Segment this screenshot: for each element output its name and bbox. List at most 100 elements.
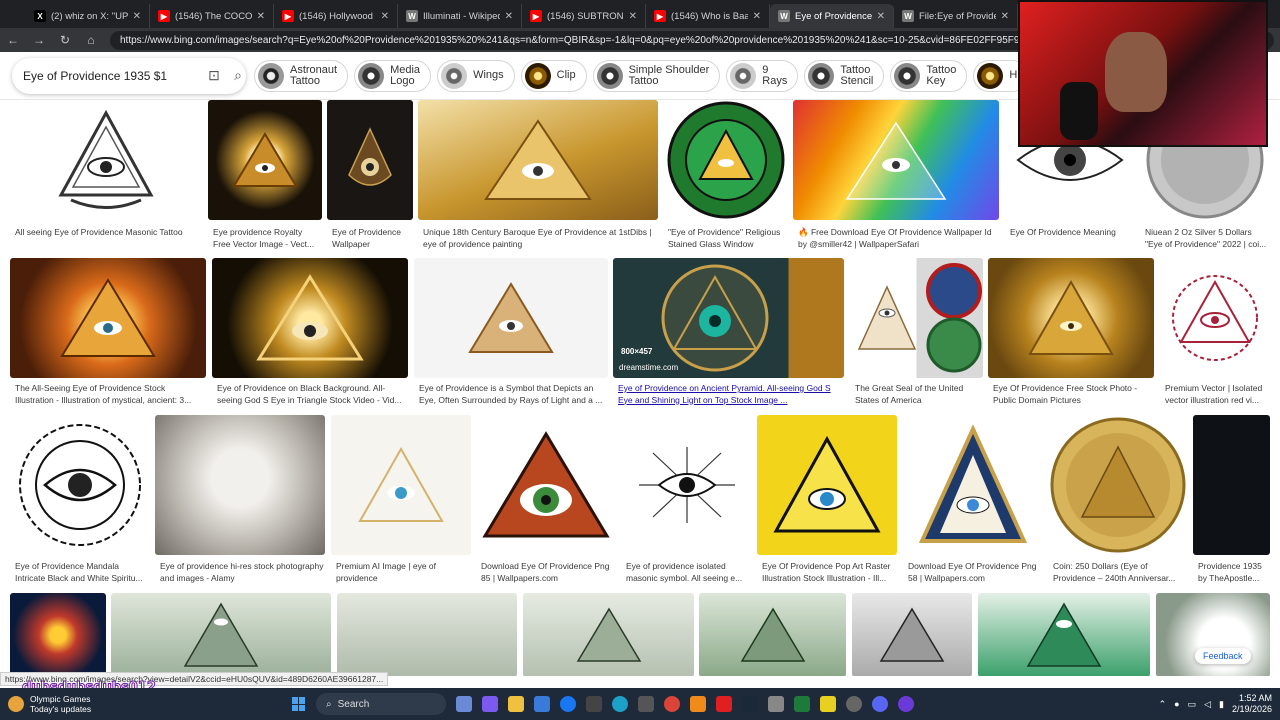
- chip-wings[interactable]: Wings: [437, 59, 515, 92]
- microphone-icon[interactable]: ●: [1174, 699, 1179, 709]
- tab-5[interactable]: ▶ (1546) Who is Baal - Ho ✕: [646, 4, 770, 28]
- edge-icon[interactable]: [612, 696, 628, 712]
- file-explorer-icon[interactable]: [508, 696, 524, 712]
- image-result[interactable]: Premium Vector | Isolated vector illustr…: [1160, 258, 1270, 408]
- amazon-icon[interactable]: [586, 696, 602, 712]
- image-result[interactable]: Providence 1935 by TheApostle...: [1193, 415, 1270, 585]
- chip-9-rays[interactable]: 9 Rays: [726, 59, 799, 92]
- close-icon[interactable]: ✕: [257, 11, 265, 22]
- close-icon[interactable]: ✕: [877, 11, 885, 22]
- copilot-icon[interactable]: [482, 696, 498, 712]
- task-view-icon[interactable]: [456, 696, 472, 712]
- tab-2[interactable]: ▶ (1546) Hollywood and t ✕: [274, 4, 398, 28]
- chip-tattoo-stencil[interactable]: Tattoo Stencil: [804, 59, 885, 92]
- forward-icon[interactable]: →: [32, 33, 46, 47]
- close-icon[interactable]: ✕: [505, 11, 513, 22]
- result-caption: Eye of Providence on Ancient Pyramid. Al…: [618, 383, 831, 405]
- settings-icon[interactable]: [768, 696, 784, 712]
- network-icon[interactable]: ▭: [1188, 699, 1197, 710]
- tab-3[interactable]: W Illuminati - Wikipedia ✕: [398, 4, 522, 28]
- home-icon[interactable]: ⌂: [84, 33, 98, 47]
- windows-start-icon[interactable]: [292, 697, 306, 711]
- news-subtitle: Today's updates: [30, 704, 92, 714]
- image-result[interactable]: Eye providence Royalty Free Vector Image…: [208, 100, 322, 250]
- app-icon[interactable]: [898, 696, 914, 712]
- result-caption: Eye providence Royalty Free Vector Image…: [213, 227, 315, 249]
- chip-label: Tattoo: [628, 74, 659, 87]
- calculator-icon[interactable]: [638, 696, 654, 712]
- image-result[interactable]: [10, 593, 106, 676]
- image-result[interactable]: Eye of Providence Wallpaper: [327, 100, 413, 250]
- tab-label: (1546) The COCOA PUF: [175, 10, 252, 22]
- image-result[interactable]: [699, 593, 846, 676]
- search-input[interactable]: Eye of Providence 1935 $1: [23, 69, 198, 83]
- image-result[interactable]: Download Eye Of Providence Png 58 | Wall…: [903, 415, 1043, 585]
- feedback-button[interactable]: Feedback: [1195, 648, 1251, 664]
- discord-icon[interactable]: [872, 696, 888, 712]
- sticky-notes-icon[interactable]: [820, 696, 836, 712]
- image-result[interactable]: [523, 593, 694, 676]
- chrome-icon[interactable]: [664, 696, 680, 712]
- close-icon[interactable]: ✕: [133, 11, 141, 22]
- image-result[interactable]: Eye Of Providence Free Stock Photo - Pub…: [988, 258, 1154, 408]
- search-box[interactable]: Eye of Providence 1935 $1 ⊡ ⌕: [12, 58, 246, 94]
- image-result[interactable]: Eye of Providence is a Symbol that Depic…: [414, 258, 608, 408]
- youtube-icon[interactable]: [716, 696, 732, 712]
- result-caption: 🔥 Free Download Eye Of Providence Wallpa…: [798, 227, 992, 249]
- image-result[interactable]: Eye of Providence Mandala Intricate Blac…: [10, 415, 150, 585]
- tab-7[interactable]: W File:Eye of Providence S ✕: [894, 4, 1018, 28]
- chip-clip[interactable]: Clip: [520, 59, 587, 92]
- image-result[interactable]: The All-Seeing Eye of Providence Stock I…: [10, 258, 206, 408]
- image-result[interactable]: 800×457 dreamstime.com Eye of Providence…: [613, 258, 844, 408]
- eye-pyramid-icon: [845, 121, 947, 200]
- system-tray: ⌃ ● ▭ ◁ ▮ 1:52 AM 2/19/2026: [1159, 693, 1280, 715]
- image-result[interactable]: Coin: 250 Dollars (Eye of Providence – 2…: [1048, 415, 1188, 585]
- image-result[interactable]: "Eye of Providence" Religious Stained Gl…: [663, 100, 788, 250]
- chip-astronaut-tattoo[interactable]: Astronaut Tattoo: [254, 59, 349, 92]
- image-result[interactable]: Eye of providence hi-res stock photograp…: [155, 415, 325, 585]
- steam-icon[interactable]: [742, 696, 758, 712]
- image-result[interactable]: 🔥 Free Download Eye Of Providence Wallpa…: [793, 100, 999, 250]
- close-icon[interactable]: ✕: [381, 11, 389, 22]
- image-result[interactable]: [337, 593, 517, 676]
- facebook-icon[interactable]: [560, 696, 576, 712]
- store-icon[interactable]: [534, 696, 550, 712]
- result-image: [699, 593, 846, 676]
- image-result[interactable]: Eye of providence isolated masonic symbo…: [621, 415, 752, 585]
- image-result[interactable]: Download Eye Of Providence Png 85 | Wall…: [476, 415, 616, 585]
- chip-media-logo[interactable]: Media Logo: [354, 59, 432, 92]
- obs-icon[interactable]: [846, 696, 862, 712]
- tab-0[interactable]: X (2) whiz on X: "UPDATE ✕: [26, 4, 150, 28]
- image-result[interactable]: [111, 593, 331, 676]
- chip-thumbnail: [441, 62, 468, 89]
- chip-simple-shoulder-tattoo[interactable]: Simple Shoulder Tattoo: [592, 59, 721, 92]
- xbox-icon[interactable]: [794, 696, 810, 712]
- image-result[interactable]: Eye Of Providence Pop Art Raster Illustr…: [757, 415, 897, 585]
- reload-icon[interactable]: ↻: [58, 33, 72, 47]
- image-result[interactable]: [978, 593, 1150, 676]
- image-result[interactable]: Eye of Providence on Black Background. A…: [212, 258, 408, 408]
- vlc-icon[interactable]: [690, 696, 706, 712]
- close-icon[interactable]: ✕: [1001, 11, 1009, 22]
- chip-tattoo-key[interactable]: Tattoo Key: [890, 59, 968, 92]
- image-result[interactable]: The Great Seal of the United States of A…: [850, 258, 983, 408]
- close-icon[interactable]: ✕: [753, 11, 761, 22]
- tab-4[interactable]: ▶ (1546) SUBTRONICS LIV ✕: [522, 4, 646, 28]
- battery-icon[interactable]: ▮: [1219, 699, 1224, 710]
- news-widget[interactable]: Olympic Games Today's updates: [0, 694, 280, 714]
- image-result[interactable]: [852, 593, 972, 676]
- close-icon[interactable]: ✕: [629, 11, 637, 22]
- image-result[interactable]: All seeing Eye of Providence Masonic Tat…: [10, 100, 202, 250]
- tab-1[interactable]: ▶ (1546) The COCOA PUF ✕: [150, 4, 274, 28]
- image-result[interactable]: Unique 18th Century Baroque Eye of Provi…: [418, 100, 658, 250]
- chip-label: Rays: [762, 74, 788, 87]
- image-result[interactable]: Premium AI Image | eye of providence: [331, 415, 471, 585]
- chevron-up-icon[interactable]: ⌃: [1159, 699, 1167, 710]
- back-icon[interactable]: ←: [6, 33, 20, 47]
- visual-search-icon[interactable]: ⊡: [206, 67, 222, 84]
- clock[interactable]: 1:52 AM 2/19/2026: [1232, 693, 1272, 715]
- volume-icon[interactable]: ◁: [1204, 699, 1211, 710]
- tab-6[interactable]: W Eye of Providence - Wik ✕: [770, 4, 894, 28]
- search-icon[interactable]: ⌕: [230, 67, 246, 84]
- taskbar-search[interactable]: ⌕ Search: [316, 693, 446, 715]
